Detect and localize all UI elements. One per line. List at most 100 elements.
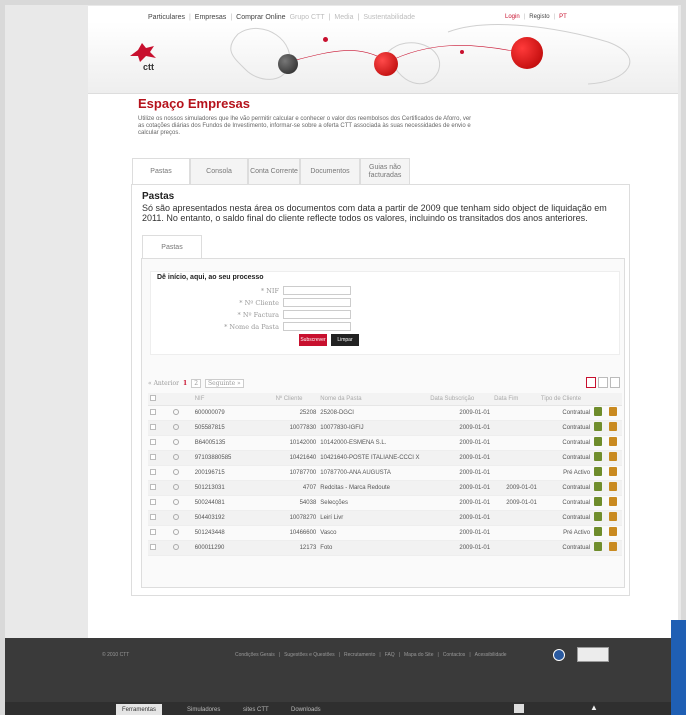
toolbar-tab-downloads[interactable]: Downloads bbox=[285, 704, 327, 715]
chevron-up-icon[interactable]: ▲ bbox=[590, 703, 600, 713]
nav-link-comprar-online[interactable]: Comprar Online bbox=[236, 14, 285, 21]
magnifier-icon[interactable] bbox=[173, 423, 180, 430]
footer-link[interactable]: Contactos bbox=[443, 652, 466, 658]
table-row[interactable]: 500244081 54038 Selecções 2009-01-01 2009-01… bbox=[148, 495, 622, 511]
footer-link[interactable]: Condições Gerais bbox=[235, 652, 275, 658]
delete-icon[interactable] bbox=[609, 497, 617, 506]
delete-icon[interactable] bbox=[609, 512, 617, 521]
edit-icon[interactable] bbox=[594, 452, 603, 461]
nav-link-media[interactable]: Media bbox=[334, 14, 353, 21]
delete-icon[interactable] bbox=[609, 467, 617, 476]
footer-link[interactable]: FAQ bbox=[385, 652, 395, 658]
subscribe-button[interactable]: Subscrever bbox=[299, 334, 327, 346]
tab-consola[interactable]: Consola bbox=[190, 158, 248, 184]
magnifier-icon[interactable] bbox=[173, 438, 180, 445]
delete-icon[interactable] bbox=[609, 527, 617, 536]
side-scroll-tab[interactable] bbox=[671, 620, 686, 715]
page-1-link[interactable]: 1 bbox=[183, 380, 187, 387]
toolbar-tab-ferramentas[interactable]: Ferramentas bbox=[116, 704, 163, 715]
nav-link-sustentabilidade[interactable]: Sustentabilidade bbox=[363, 14, 415, 21]
tab-pastas[interactable]: Pastas bbox=[132, 158, 190, 184]
factura-input[interactable] bbox=[283, 310, 351, 319]
select-all-checkbox[interactable] bbox=[150, 394, 156, 401]
table-row[interactable]: 97103880585 10421640 10421640-POSTE ITALIA… bbox=[148, 450, 622, 466]
table-row[interactable]: B64005135 10142000 10142000-ESMENA S.L. 200… bbox=[148, 435, 622, 451]
row-checkbox[interactable] bbox=[150, 543, 156, 550]
col-data-subscricao[interactable]: Data Subscrição bbox=[428, 393, 493, 406]
row-checkbox[interactable] bbox=[150, 483, 156, 490]
toolbar-window-icon[interactable] bbox=[514, 704, 524, 713]
row-checkbox[interactable] bbox=[150, 513, 156, 520]
footer-link[interactable]: Recrutamento bbox=[344, 652, 375, 658]
col-nif[interactable]: NIF bbox=[192, 393, 274, 406]
nav-link-empresas[interactable]: Empresas bbox=[195, 14, 227, 21]
magnifier-icon[interactable] bbox=[173, 453, 180, 460]
col-cliente[interactable]: Nº Cliente bbox=[273, 393, 319, 406]
ctt-logo[interactable]: ctt bbox=[128, 40, 158, 72]
edit-icon[interactable] bbox=[594, 542, 603, 551]
edit-icon[interactable] bbox=[594, 467, 603, 476]
clear-button[interactable]: Limpar bbox=[331, 334, 359, 346]
delete-icon[interactable] bbox=[609, 542, 617, 551]
table-row[interactable]: 600000079 25208 25208-DGCI 2009-01-01 Contra… bbox=[148, 405, 622, 421]
cliente-input[interactable] bbox=[283, 298, 351, 307]
language-link[interactable]: PT bbox=[559, 14, 567, 20]
subtab-pastas[interactable]: Pastas bbox=[142, 235, 202, 259]
delete-icon[interactable] bbox=[609, 407, 617, 416]
page-2-link[interactable]: 2 bbox=[191, 379, 202, 388]
edit-icon[interactable] bbox=[594, 512, 603, 521]
row-checkbox[interactable] bbox=[150, 438, 156, 445]
toolbar-tab-sites-ctt[interactable]: sites CTT bbox=[237, 704, 275, 715]
toolbar-tab-simuladores[interactable]: Simuladores bbox=[181, 704, 226, 715]
magnifier-icon[interactable] bbox=[173, 543, 180, 550]
magnifier-icon[interactable] bbox=[173, 513, 180, 520]
edit-icon[interactable] bbox=[594, 422, 603, 431]
edit-icon[interactable] bbox=[594, 437, 603, 446]
magnifier-icon[interactable] bbox=[173, 483, 180, 490]
next-page-link[interactable]: Seguinte » bbox=[205, 379, 244, 388]
row-checkbox[interactable] bbox=[150, 498, 156, 505]
magnifier-icon[interactable] bbox=[173, 528, 180, 535]
magnifier-icon[interactable] bbox=[173, 498, 180, 505]
tab-conta-corrente[interactable]: Conta Corrente bbox=[248, 158, 300, 184]
table-row[interactable]: 504403192 10078270 Leirí Livr 2009-01-01 Con… bbox=[148, 510, 622, 526]
magnifier-icon[interactable] bbox=[173, 468, 180, 475]
magnifier-icon[interactable] bbox=[173, 408, 180, 415]
row-checkbox[interactable] bbox=[150, 528, 156, 535]
globe-icon[interactable] bbox=[553, 649, 565, 661]
col-nome-pasta[interactable]: Nome da Pasta bbox=[318, 393, 429, 406]
print-icon[interactable] bbox=[610, 377, 620, 388]
delete-icon[interactable] bbox=[609, 422, 617, 431]
table-row[interactable]: 501213031 4707 Redcitas - Marca Redoute 200… bbox=[148, 480, 622, 496]
prev-page-link[interactable]: « Anterior bbox=[148, 380, 179, 387]
edit-icon[interactable] bbox=[594, 527, 603, 536]
table-row[interactable]: 600011290 12173 Foto 2009-01-01 Contratual bbox=[148, 540, 622, 556]
table-row[interactable]: 505587815 10077830 10077830-IGFIJ 2009-01-0… bbox=[148, 420, 622, 436]
col-tipo-cliente[interactable]: Tipo de Cliente bbox=[538, 393, 593, 406]
pdf-export-icon[interactable] bbox=[586, 377, 596, 388]
col-data-fim[interactable]: Data Fim bbox=[492, 393, 539, 406]
delete-icon[interactable] bbox=[609, 482, 617, 491]
nif-input[interactable] bbox=[283, 286, 351, 295]
delete-icon[interactable] bbox=[609, 437, 617, 446]
footer-link[interactable]: Mapa do Site bbox=[404, 652, 433, 658]
table-row[interactable]: 501243448 10466600 Vasco 2009-01-01 Pré Acti… bbox=[148, 525, 622, 541]
nav-link-grupo-ctt[interactable]: Grupo CTT bbox=[290, 14, 325, 21]
excel-export-icon[interactable] bbox=[598, 377, 608, 388]
delete-icon[interactable] bbox=[609, 452, 617, 461]
pasta-input[interactable] bbox=[283, 322, 351, 331]
footer-link[interactable]: Acessibilidade bbox=[475, 652, 507, 658]
edit-icon[interactable] bbox=[594, 407, 603, 416]
login-link[interactable]: Login bbox=[505, 14, 520, 20]
edit-icon[interactable] bbox=[594, 497, 603, 506]
footer-link[interactable]: Sugestões e Questões bbox=[284, 652, 335, 658]
register-link[interactable]: Registo bbox=[529, 14, 549, 20]
tab-guias-nao-facturadas[interactable]: Guias não facturadas bbox=[360, 158, 410, 184]
tab-documentos[interactable]: Documentos bbox=[300, 158, 360, 184]
nav-link-particulares[interactable]: Particulares bbox=[148, 14, 185, 21]
row-checkbox[interactable] bbox=[150, 423, 156, 430]
edit-icon[interactable] bbox=[594, 482, 603, 491]
table-row[interactable]: 200196715 10787700 10787700-ANA AUGUSTA 200… bbox=[148, 465, 622, 481]
row-checkbox[interactable] bbox=[150, 408, 156, 415]
row-checkbox[interactable] bbox=[150, 453, 156, 460]
